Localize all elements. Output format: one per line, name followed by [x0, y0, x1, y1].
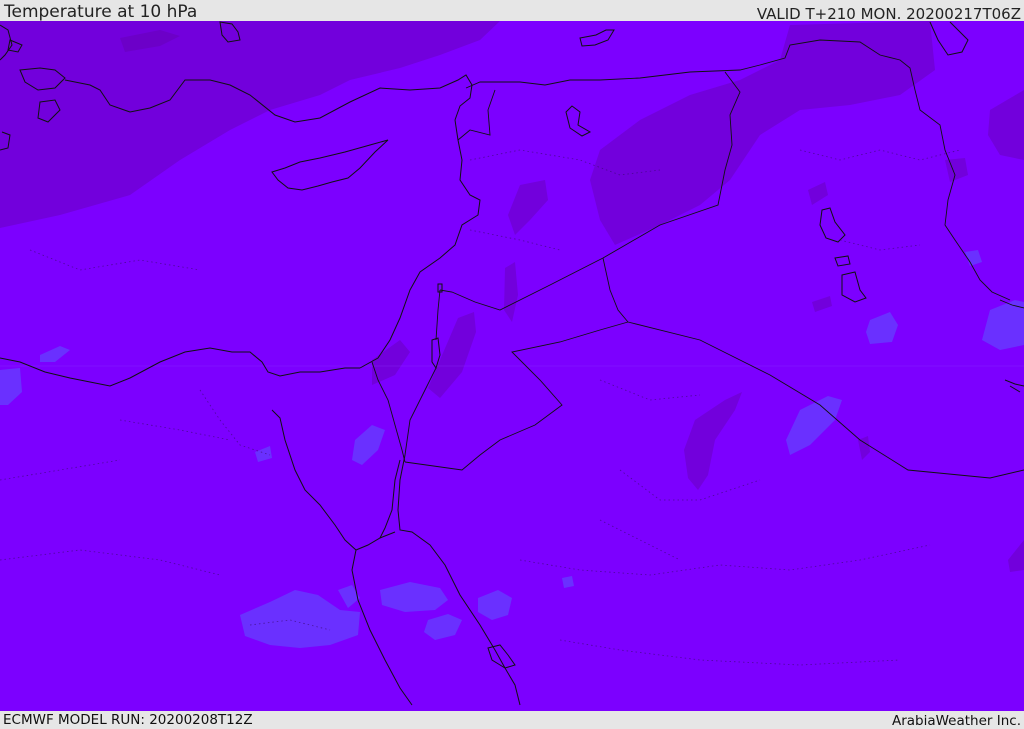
- map-title: Temperature at 10 hPa: [4, 2, 198, 22]
- header-bar: Temperature at 10 hPa VALID T+210 MON. 2…: [0, 0, 1024, 23]
- temperature-map[interactable]: [0, 21, 1024, 711]
- footer-bar: ECMWF MODEL RUN: 20200208T12Z ArabiaWeat…: [0, 711, 1024, 729]
- credit-label: ArabiaWeather Inc.: [891, 713, 1021, 729]
- model-run-label: ECMWF MODEL RUN: 20200208T12Z: [3, 712, 253, 728]
